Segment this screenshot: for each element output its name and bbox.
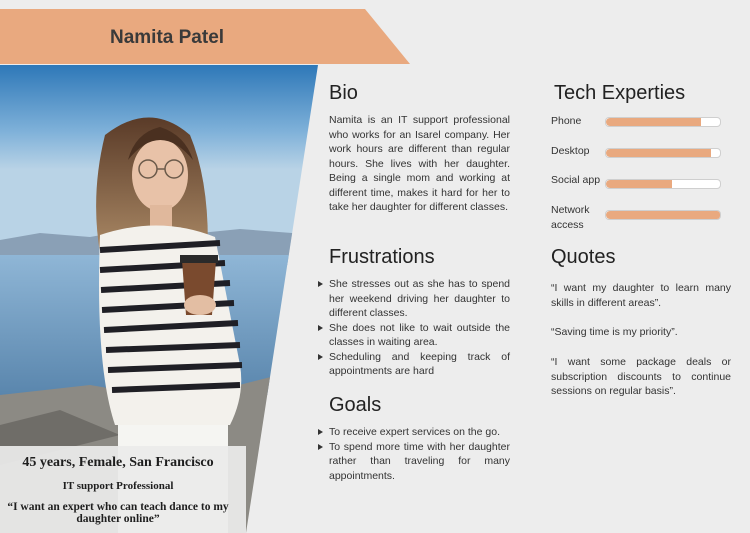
quotes-heading: Quotes (551, 246, 616, 268)
bullet-icon (318, 443, 323, 450)
bullet-icon (318, 353, 323, 360)
persona-name: Namita Patel (110, 27, 225, 48)
quote-text: “Saving time is my priority”. (551, 326, 678, 338)
tech-heading: Tech Experties (554, 82, 686, 104)
skill-bar-fill (606, 118, 701, 126)
bullet-icon (318, 324, 323, 331)
skill-bar-network-access (605, 210, 721, 220)
skill-bar-fill (606, 211, 720, 219)
list-item: She does not like to wait outside the cl… (318, 321, 510, 350)
skill-label-social-app: Social app (551, 174, 601, 186)
skill-label-desktop: Desktop (551, 145, 590, 157)
quote-text: “I want my daughter to learn many skills… (551, 282, 731, 309)
skill-bar-fill (606, 180, 673, 188)
skill-label-phone: Phone (551, 115, 582, 127)
goals-list: To receive expert services on the go. To… (318, 425, 510, 483)
frustrations-heading: Frustrations (329, 246, 435, 268)
bio-heading: Bio (329, 82, 358, 104)
bullet-icon (318, 429, 323, 435)
occupation-text: IT support Professional (62, 480, 174, 492)
skill-bar-phone (605, 117, 721, 127)
skill-bar-social-app (605, 179, 721, 189)
persona-caption: 45 years, Female, San Francisco IT suppo… (0, 446, 246, 533)
quote-text: “I want some package deals or subscripti… (551, 356, 731, 397)
skill-bar-desktop (605, 148, 721, 158)
list-item: Scheduling and keeping track of appointm… (318, 350, 510, 379)
bio-text: Namita is an IT support professional who… (329, 114, 510, 213)
bullet-icon (318, 281, 323, 287)
goals-heading: Goals (329, 394, 382, 416)
frustrations-list: She stresses out as she has to spend her… (318, 277, 510, 379)
list-item: To spend more time with her daughter rat… (318, 440, 510, 484)
skill-label-network-access: Network access (551, 204, 590, 231)
skill-bar-fill (606, 149, 711, 157)
list-item: She stresses out as she has to spend her… (318, 277, 510, 321)
persona-quote: “I want an expert who can teach dance to… (7, 501, 229, 525)
demographics-text: 45 years, Female, San Francisco (22, 455, 214, 470)
list-item: To receive expert services on the go. (318, 425, 510, 440)
